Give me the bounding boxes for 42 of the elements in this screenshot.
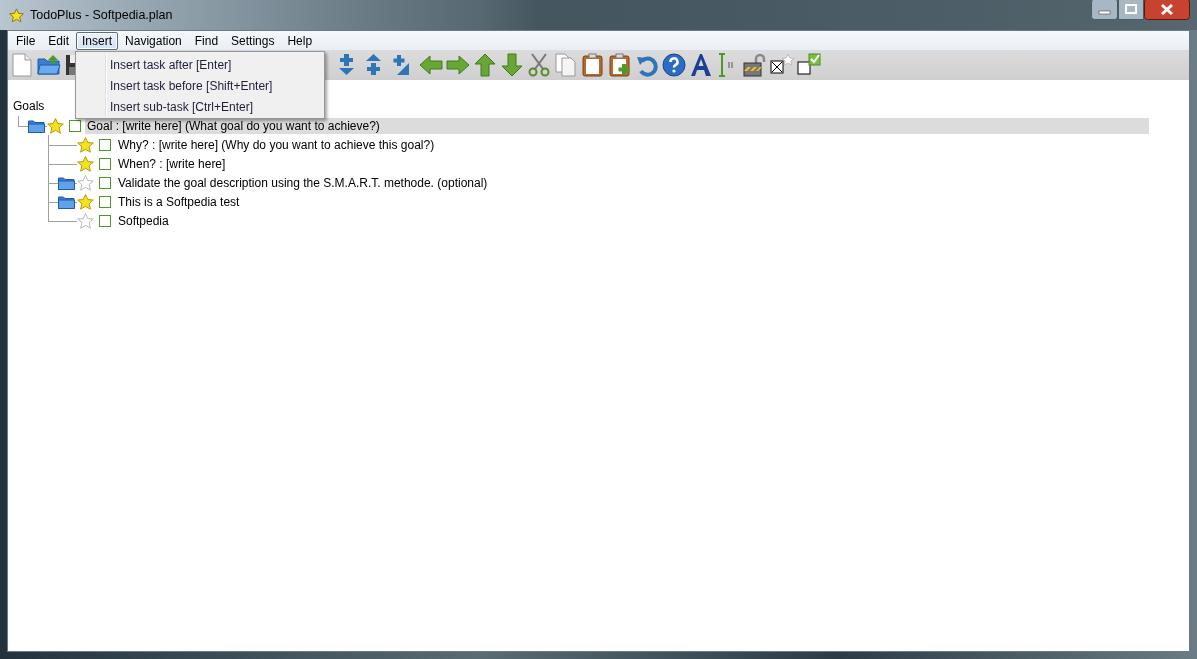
task-text[interactable]: Why? : [write here] (Why do you want to achieve this goal?) [116, 136, 437, 153]
scissors-icon[interactable] [527, 53, 551, 77]
close-button[interactable] [1144, 0, 1190, 20]
minimize-button[interactable] [1091, 0, 1118, 20]
task-text[interactable]: This is a Softpedia test [116, 193, 242, 210]
menu-option[interactable]: Insert task after [Enter] [76, 54, 324, 75]
checkbox[interactable] [99, 214, 111, 227]
help-icon[interactable] [662, 53, 686, 77]
task-text[interactable]: When? : [write here] [116, 155, 228, 172]
unlocked-padlock-icon[interactable] [743, 53, 767, 77]
checkbox[interactable] [99, 176, 111, 189]
checkbox[interactable] [99, 157, 111, 170]
menu-item[interactable]: Insert [76, 31, 119, 50]
menu-option[interactable]: Insert task before [Shift+Enter] [76, 75, 324, 96]
menu-item[interactable]: Find [188, 31, 225, 50]
checkbox[interactable] [69, 119, 81, 132]
open-folder-icon[interactable] [37, 54, 61, 76]
paste-icon[interactable] [581, 53, 605, 77]
task-text[interactable]: Softpedia [116, 212, 171, 229]
checkbox-star-icon[interactable] [770, 53, 794, 77]
paste-add-icon[interactable] [608, 53, 632, 77]
task-text[interactable]: Goal : [write here] (What goal do you want to achieve?) [85, 117, 1149, 134]
menu-item[interactable]: Edit [42, 31, 76, 50]
menu-item[interactable]: Settings [225, 31, 281, 50]
menu-item[interactable]: Navigation [119, 31, 188, 50]
down-arrow-icon[interactable] [500, 53, 524, 77]
checkbox[interactable] [99, 195, 111, 208]
maximize-button[interactable] [1118, 0, 1144, 20]
menu-item[interactable]: File [10, 31, 42, 50]
menu-option[interactable]: Insert sub-task [Ctrl+Enter] [76, 96, 324, 117]
left-arrow-icon[interactable] [419, 53, 443, 77]
task-text[interactable]: Validate the goal description using the S.M.A.R.T. methode. (optional) [116, 174, 490, 191]
tree-root[interactable]: Goals [13, 99, 45, 113]
font-icon[interactable] [689, 53, 713, 77]
window-title: TodoPlus - Softpedia.plan [30, 8, 173, 22]
checkbox-check-icon[interactable] [797, 53, 821, 77]
checkbox[interactable] [99, 138, 111, 151]
app-star-icon [9, 7, 24, 23]
right-arrow-icon[interactable] [446, 53, 470, 77]
new-file-icon[interactable] [11, 53, 33, 77]
up-arrow-icon[interactable] [473, 53, 497, 77]
menu-item[interactable]: Help [281, 31, 319, 50]
